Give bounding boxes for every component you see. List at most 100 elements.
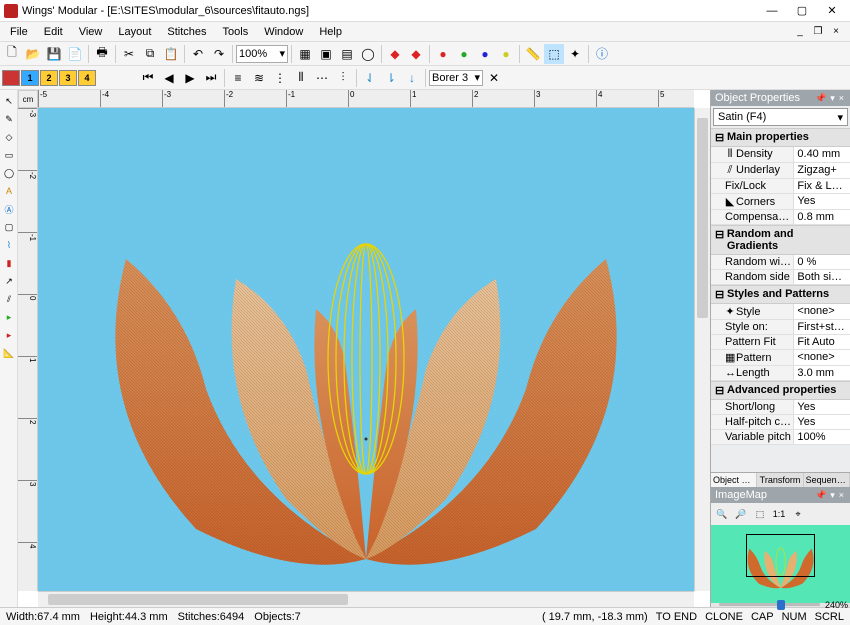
stitch-type-3-icon[interactable]: ⋮ — [270, 68, 290, 88]
collapse-icon[interactable]: ⊟ — [715, 131, 727, 144]
green-marker-icon[interactable]: ● — [454, 44, 474, 64]
panel-close-icon[interactable]: × — [837, 490, 846, 500]
borer-select[interactable]: Borer 3▾ — [429, 70, 483, 86]
color-4-swatch[interactable]: 4 — [78, 70, 96, 86]
entry-tool-icon[interactable]: ▸ — [1, 309, 17, 325]
doc-restore-button[interactable]: ❐ — [810, 25, 826, 39]
nav-next-button[interactable]: ⏭ — [201, 68, 221, 88]
menu-help[interactable]: Help — [311, 24, 350, 40]
monogram-tool-icon[interactable]: Ⓐ — [1, 201, 17, 217]
fill-tool-icon[interactable]: ▮ — [1, 255, 17, 271]
panel-menu-icon[interactable]: ▾ — [828, 490, 837, 501]
nav-prev-button[interactable]: ◀ — [159, 68, 179, 88]
zoom-slider[interactable]: 240% — [711, 603, 850, 607]
menu-layout[interactable]: Layout — [110, 24, 159, 40]
rect-tool-icon[interactable]: ▭ — [1, 147, 17, 163]
horizontal-scrollbar[interactable] — [38, 591, 694, 607]
doc-close-button[interactable]: × — [828, 25, 844, 39]
prop-variable-pitch[interactable]: Variable pitch100% — [711, 430, 850, 445]
prop-fixlock[interactable]: Fix/LockFix & Lock — [711, 179, 850, 194]
blue-marker-icon[interactable]: ● — [475, 44, 495, 64]
imagemap-view[interactable] — [711, 525, 850, 603]
node-tool-icon[interactable]: ✎ — [1, 111, 17, 127]
zoom-in-icon[interactable]: 🔍 — [714, 506, 730, 522]
open-button[interactable]: 📂 — [23, 44, 43, 64]
panel-menu-icon[interactable]: ▾ — [828, 93, 837, 104]
zoom-fit-icon[interactable]: ⬚ — [752, 506, 768, 522]
prop-corners[interactable]: ◣CornersYes — [711, 194, 850, 210]
text-tool-icon[interactable]: A — [1, 183, 17, 199]
panel-pin-icon[interactable]: 📌 — [813, 93, 828, 104]
color-2-swatch[interactable]: 2 — [40, 70, 58, 86]
menu-view[interactable]: View — [71, 24, 111, 40]
zoom-sel-icon[interactable]: ⌖ — [790, 506, 806, 522]
prop-compensation[interactable]: Compensation0.8 mm — [711, 210, 850, 225]
prop-pattern[interactable]: ▦Pattern<none> — [711, 350, 850, 366]
zoom-actual-icon[interactable]: 1:1 — [771, 506, 787, 522]
menu-tools[interactable]: Tools — [215, 24, 257, 40]
collapse-icon[interactable]: ⊟ — [715, 384, 727, 397]
grid-button[interactable]: ▦ — [295, 44, 315, 64]
needle-3-icon[interactable]: ↓ — [402, 68, 422, 88]
prop-style-on[interactable]: Style on:First+stretch — [711, 320, 850, 335]
outline-tool-icon[interactable]: ⌇ — [1, 237, 17, 253]
new-button[interactable]: 🗋 — [2, 44, 22, 64]
prop-short-long[interactable]: Short/longYes — [711, 400, 850, 415]
needle-2-icon[interactable]: ⇂ — [381, 68, 401, 88]
import-button[interactable]: 📄 — [65, 44, 85, 64]
select-mode-button[interactable]: ⬚ — [544, 44, 564, 64]
menu-window[interactable]: Window — [256, 24, 311, 40]
stitch-type-1-icon[interactable]: ≡ — [228, 68, 248, 88]
copy-button[interactable]: ⧉ — [140, 44, 160, 64]
undo-button[interactable]: ↶ — [188, 44, 208, 64]
color-3-swatch[interactable]: 3 — [59, 70, 77, 86]
exit-tool-icon[interactable]: ▸ — [1, 327, 17, 343]
design-viewport[interactable] — [38, 108, 694, 591]
nav-play-button[interactable]: ▶ — [180, 68, 200, 88]
guides-button[interactable]: ▤ — [337, 44, 357, 64]
measure-button[interactable]: 📏 — [523, 44, 543, 64]
yellow-marker-icon[interactable]: ● — [496, 44, 516, 64]
prop-underlay[interactable]: ⫽UnderlayZigzag+ — [711, 163, 850, 179]
prop-length[interactable]: ↔Length3.0 mm — [711, 366, 850, 381]
redo-button[interactable]: ↷ — [209, 44, 229, 64]
color-swatch-icon[interactable] — [2, 70, 20, 86]
collapse-icon[interactable]: ⊟ — [715, 228, 727, 252]
measure-tool-icon[interactable]: 📐 — [1, 345, 17, 361]
zoom-select[interactable]: 100%▾ — [236, 45, 288, 63]
start-needle-icon[interactable]: ◆ — [385, 44, 405, 64]
prop-pattern-fit[interactable]: Pattern FitFit Auto — [711, 335, 850, 350]
shape-tool-icon[interactable]: ◇ — [1, 129, 17, 145]
frame-tool-icon[interactable]: ▢ — [1, 219, 17, 235]
tab-object-properties[interactable]: Object Prop... — [711, 473, 757, 487]
stitch-type-combo[interactable]: Satin (F4)▾ — [713, 108, 848, 126]
needle-1-icon[interactable]: ⇃ — [360, 68, 380, 88]
ellipse-tool-icon[interactable]: ◯ — [1, 165, 17, 181]
embroidery-design[interactable] — [66, 159, 666, 579]
divide-tool-icon[interactable]: ⫽ — [1, 291, 17, 307]
snap-button[interactable]: ▣ — [316, 44, 336, 64]
minimize-button[interactable]: — — [758, 2, 786, 20]
red-marker-icon[interactable]: ● — [433, 44, 453, 64]
prop-density[interactable]: ⫴Density0.40 mm — [711, 147, 850, 163]
imagemap-viewport-rect[interactable] — [746, 534, 816, 577]
nav-first-button[interactable]: ⏮ — [138, 68, 158, 88]
borer-tool-icon[interactable]: ✕ — [484, 68, 504, 88]
stitch-type-2-icon[interactable]: ≋ — [249, 68, 269, 88]
menu-file[interactable]: File — [2, 24, 36, 40]
end-needle-icon[interactable]: ◆ — [406, 44, 426, 64]
collapse-icon[interactable]: ⊟ — [715, 288, 727, 301]
realistic-button[interactable]: ✦ — [565, 44, 585, 64]
stitch-type-4-icon[interactable]: ⫴ — [291, 68, 311, 88]
maximize-button[interactable]: ▢ — [788, 2, 816, 20]
doc-minimize-button[interactable]: _ — [792, 25, 808, 39]
prop-random-side[interactable]: Random sideBoth sides — [711, 270, 850, 285]
hoop-button[interactable]: ◯ — [358, 44, 378, 64]
help-button[interactable]: ⓘ — [592, 44, 612, 64]
stitch-type-5-icon[interactable]: ⋯ — [312, 68, 332, 88]
panel-pin-icon[interactable]: 📌 — [813, 490, 828, 501]
prop-style[interactable]: ✦Style<none> — [711, 304, 850, 320]
print-button[interactable]: 🖶 — [92, 44, 112, 64]
menu-stitches[interactable]: Stitches — [159, 24, 214, 40]
stitch-type-6-icon[interactable]: ⫶ — [333, 68, 353, 88]
